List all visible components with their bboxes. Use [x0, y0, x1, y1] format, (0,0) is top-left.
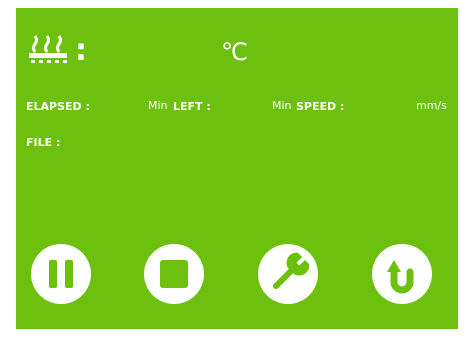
wrench-icon [272, 252, 310, 290]
heater-separator: : [75, 33, 87, 68]
file-label: FILE : [26, 136, 61, 149]
heater-icon [29, 35, 67, 63]
temperature-unit: ℃ [221, 38, 248, 66]
u-turn-arrow-icon [387, 260, 414, 294]
left-unit: Min [272, 99, 292, 112]
settings-button[interactable] [258, 244, 318, 304]
left-label: LEFT : [173, 100, 211, 113]
stop-icon [160, 260, 188, 288]
printing-screen: : ℃ ELAPSED : Min LEFT : Min SPEED : mm/… [16, 8, 458, 329]
pause-button[interactable] [31, 244, 91, 304]
speed-unit: mm/s [416, 99, 447, 112]
pause-icon [49, 260, 73, 288]
back-button[interactable] [372, 244, 432, 304]
elapsed-label: ELAPSED : [26, 100, 90, 113]
stop-button[interactable] [144, 244, 204, 304]
speed-label: SPEED : [296, 100, 345, 113]
elapsed-unit: Min [148, 99, 168, 112]
